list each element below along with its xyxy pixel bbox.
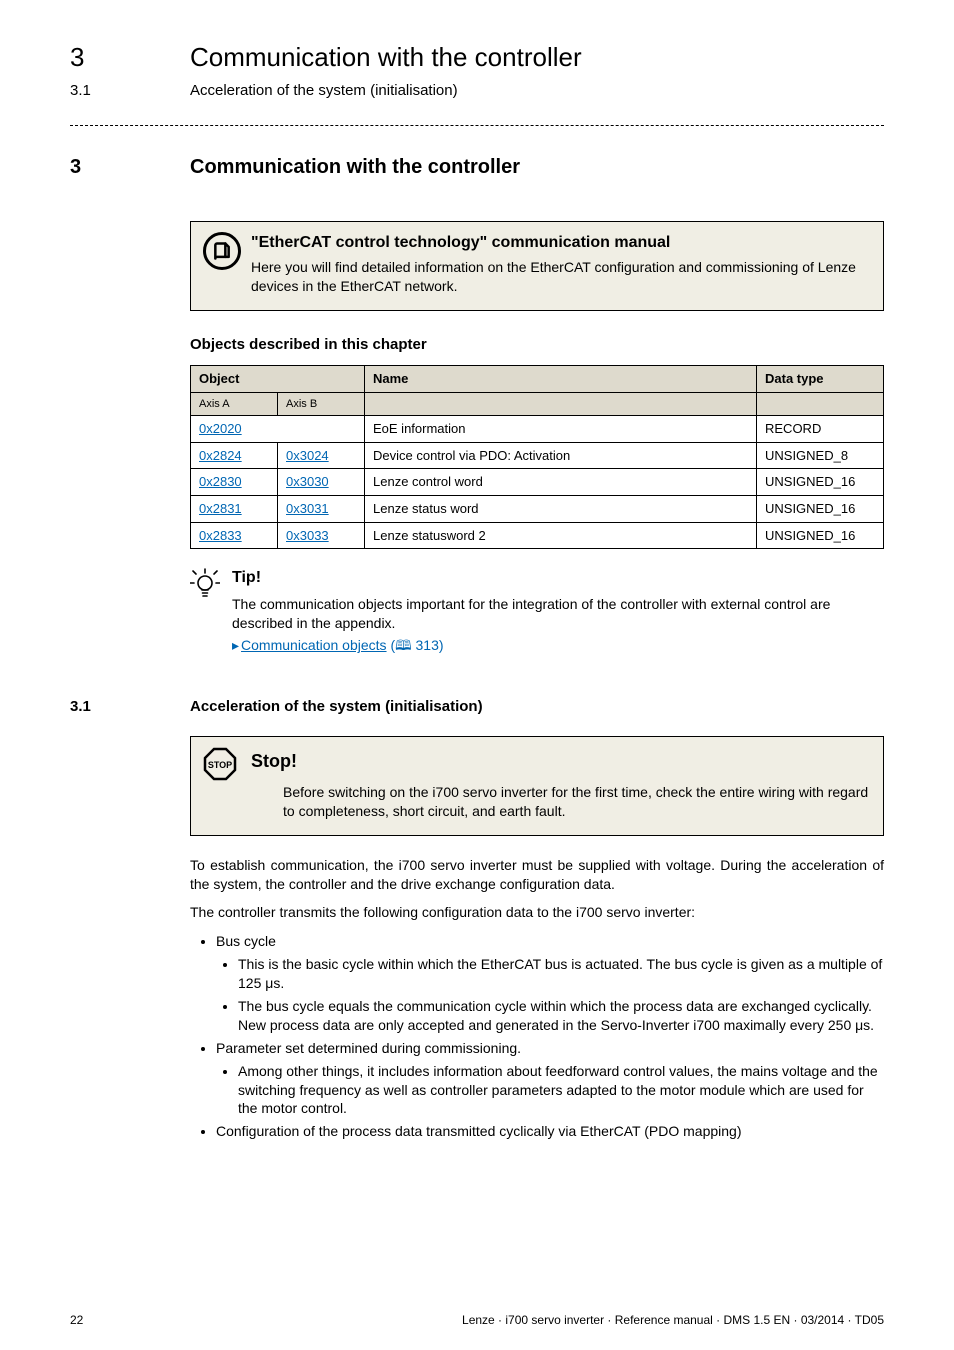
svg-text:STOP: STOP — [208, 760, 232, 770]
cell-type: UNSIGNED_16 — [757, 496, 884, 523]
object-link[interactable]: 0x3030 — [286, 474, 329, 489]
object-link[interactable]: 0x2020 — [199, 421, 242, 436]
cell-name: EoE information — [365, 416, 757, 443]
cell-name: Lenze status word — [365, 496, 757, 523]
tip-label: Tip! — [232, 567, 884, 589]
page-reference: (🕮 313) — [390, 637, 443, 653]
th-data-type: Data type — [757, 365, 884, 392]
header-section-title: Acceleration of the system (initialisati… — [190, 81, 458, 101]
table-row: 0x2831 0x3031 Lenze status word UNSIGNED… — [191, 496, 884, 523]
list-item: The bus cycle equals the communication c… — [238, 997, 884, 1035]
bullet-list: Bus cycle This is the basic cycle within… — [190, 932, 884, 1141]
th-name: Name — [365, 365, 757, 392]
cell-type: UNSIGNED_16 — [757, 469, 884, 496]
chapter-number: 3 — [70, 40, 190, 75]
axis-a-header: Axis A — [191, 392, 278, 416]
divider — [70, 125, 884, 126]
th-name-cont — [365, 392, 757, 416]
th-object: Object — [191, 365, 365, 392]
info-box-title: "EtherCAT control technology" communicat… — [251, 232, 869, 254]
paragraph: The controller transmits the following c… — [190, 903, 884, 922]
stop-icon: STOP — [203, 747, 237, 781]
tip-text: The communication objects important for … — [232, 595, 884, 633]
object-link[interactable]: 0x2830 — [199, 474, 242, 489]
axis-b-header: Axis B — [278, 392, 365, 416]
table-row: 0x2830 0x3030 Lenze control word UNSIGNE… — [191, 469, 884, 496]
stop-box: STOP Stop! Before switching on the i700 … — [190, 736, 884, 836]
document-reference: Lenze · i700 servo inverter · Reference … — [462, 1312, 884, 1328]
object-link[interactable]: 0x2831 — [199, 501, 242, 516]
stop-text: Before switching on the i700 servo inver… — [283, 783, 869, 821]
cell-type: UNSIGNED_16 — [757, 522, 884, 549]
info-box-text: Here you will find detailed information … — [251, 258, 869, 296]
table-row: 0x2020 EoE information RECORD — [191, 416, 884, 443]
book-icon — [203, 232, 241, 270]
lightbulb-icon — [190, 567, 232, 655]
table-row: 0x2833 0x3033 Lenze statusword 2 UNSIGNE… — [191, 522, 884, 549]
section-title: Communication with the controller — [190, 154, 520, 181]
subsection-number: 3.1 — [70, 697, 190, 717]
list-item: This is the basic cycle within which the… — [238, 955, 884, 993]
object-link[interactable]: 0x2833 — [199, 528, 242, 543]
cell-name: Lenze control word — [365, 469, 757, 496]
cell-type: UNSIGNED_8 — [757, 442, 884, 469]
paragraph: To establish communication, the i700 ser… — [190, 856, 884, 894]
page-number: 22 — [70, 1312, 83, 1328]
header-section-number: 3.1 — [70, 81, 190, 101]
list-item-text: Parameter set determined during commissi… — [216, 1040, 521, 1056]
info-box: "EtherCAT control technology" communicat… — [190, 221, 884, 310]
cell-name: Device control via PDO: Activation — [365, 442, 757, 469]
list-item-text: Bus cycle — [216, 933, 276, 949]
list-item: Parameter set determined during commissi… — [216, 1039, 884, 1119]
list-item: Among other things, it includes informat… — [238, 1062, 884, 1119]
object-link[interactable]: 0x3031 — [286, 501, 329, 516]
object-link[interactable]: 0x3033 — [286, 528, 329, 543]
objects-heading: Objects described in this chapter — [190, 335, 884, 355]
list-item: Configuration of the process data transm… — [216, 1122, 884, 1141]
section-number: 3 — [70, 154, 190, 181]
objects-table: Object Name Data type Axis A Axis B 0x20… — [190, 365, 884, 549]
page-footer: 22 Lenze · i700 servo inverter · Referen… — [70, 1312, 884, 1328]
stop-label: Stop! — [251, 749, 869, 773]
th-type-cont — [757, 392, 884, 416]
cell-type: RECORD — [757, 416, 884, 443]
cell-name: Lenze statusword 2 — [365, 522, 757, 549]
list-item: Bus cycle This is the basic cycle within… — [216, 932, 884, 1034]
table-row: 0x2824 0x3024 Device control via PDO: Ac… — [191, 442, 884, 469]
object-link[interactable]: 0x3024 — [286, 448, 329, 463]
object-link[interactable]: 0x2824 — [199, 448, 242, 463]
chapter-title: Communication with the controller — [190, 40, 582, 75]
subsection-title: Acceleration of the system (initialisati… — [190, 697, 483, 717]
arrow-icon: ▸ — [232, 637, 239, 653]
communication-objects-link[interactable]: Communication objects — [241, 637, 387, 653]
